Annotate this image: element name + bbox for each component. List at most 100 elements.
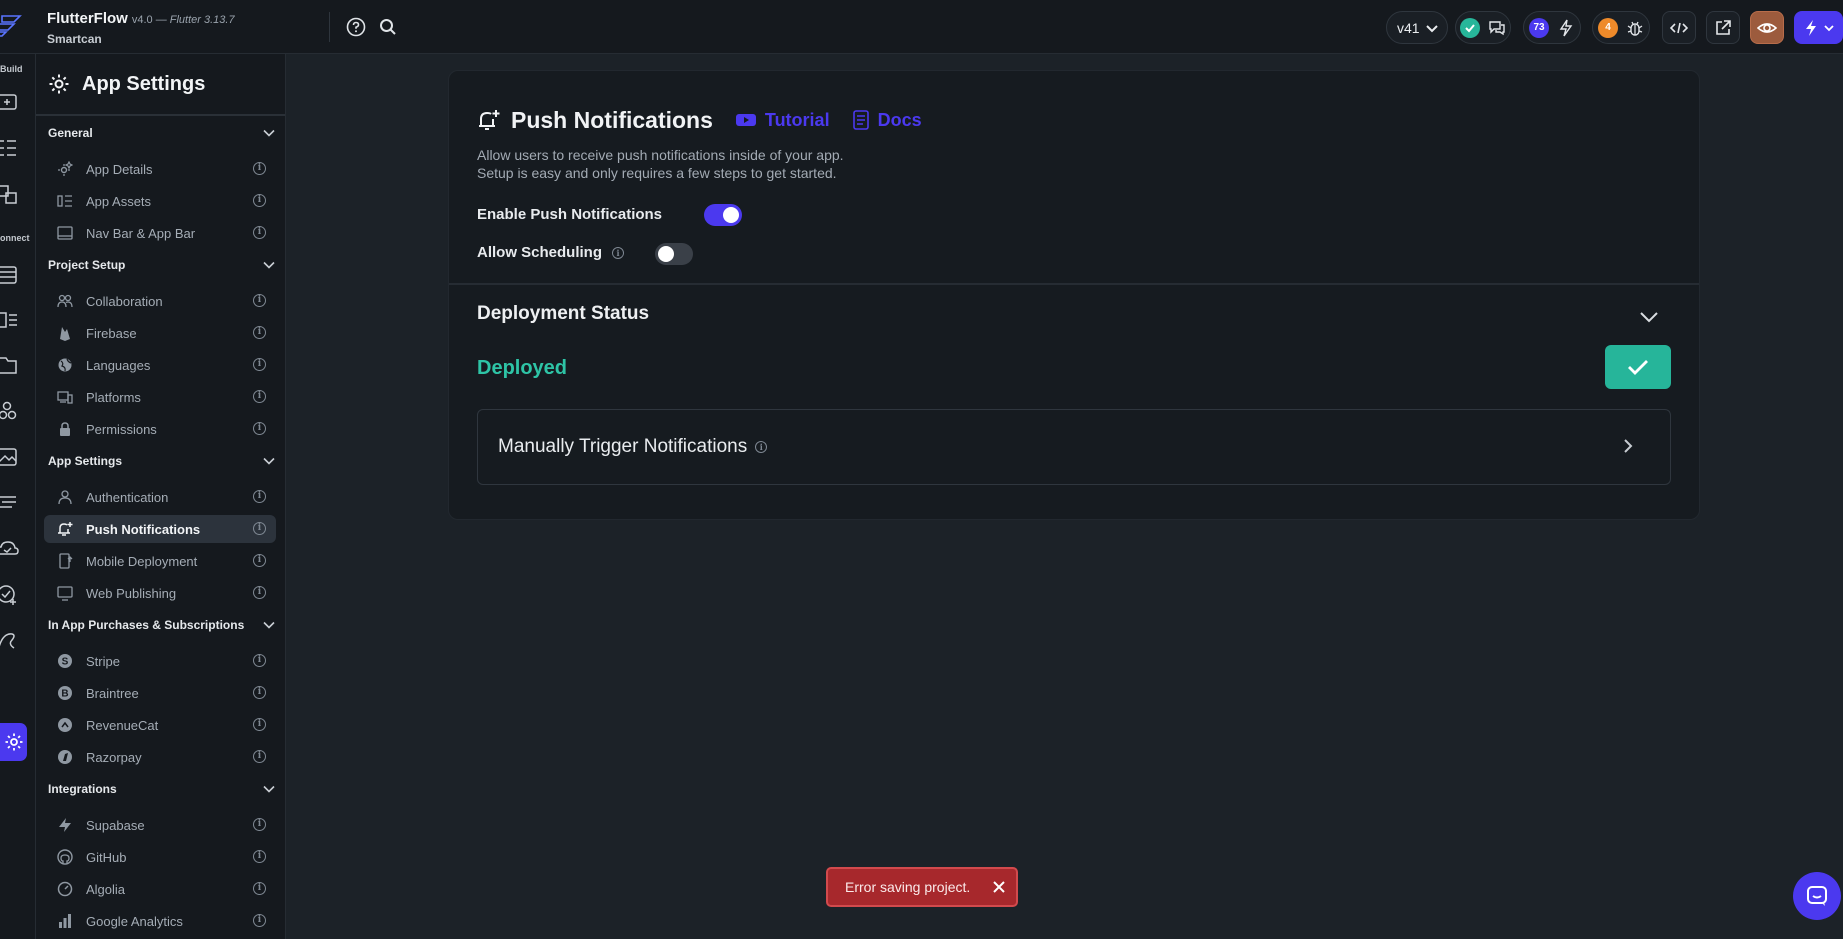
components-icon[interactable] (0, 183, 22, 205)
chevron-down-icon[interactable] (1637, 305, 1661, 329)
info-icon[interactable]: i (253, 294, 266, 307)
sidebar-item-languages[interactable]: Languages i (44, 351, 276, 379)
section-in-app-purchases[interactable]: In App Purchases & Subscriptions (48, 615, 276, 635)
gear-icon (49, 74, 69, 94)
sidebar-item-firebase[interactable]: Firebase i (44, 319, 276, 347)
deployed-check-button[interactable] (1605, 345, 1671, 389)
open-external-button[interactable] (1706, 11, 1740, 44)
actions-pill[interactable]: 73 (1523, 11, 1581, 44)
settings-sidebar: App Settings General App Details i App A… (36, 54, 286, 939)
sidebar-item-authentication[interactable]: Authentication i (44, 483, 276, 511)
sidebar-item-revenuecat[interactable]: RevenueCat i (44, 711, 276, 739)
info-icon[interactable]: i (253, 586, 266, 599)
debug-pill[interactable]: 4 (1592, 11, 1650, 44)
document-icon (852, 110, 869, 130)
logic-icon[interactable] (0, 400, 22, 422)
sidebar-item-razorpay[interactable]: Razorpay i (44, 743, 276, 771)
info-icon[interactable]: i (253, 490, 266, 503)
search-icon[interactable] (377, 16, 399, 38)
support-chat-button[interactable] (1793, 872, 1841, 920)
media-assets-icon[interactable] (0, 446, 22, 468)
sidebar-title: App Settings (82, 72, 206, 95)
comments-icon (1489, 20, 1505, 35)
info-icon[interactable]: i (253, 226, 266, 239)
sidebar-item-platforms[interactable]: Platforms i (44, 383, 276, 411)
section-label: Project Setup (48, 258, 126, 272)
sidebar-item-label: App Assets (86, 193, 152, 209)
version-label: v41 (1397, 19, 1420, 36)
section-project-setup[interactable]: Project Setup (48, 255, 276, 275)
info-icon[interactable]: i (253, 422, 266, 435)
code-button[interactable] (1662, 11, 1696, 44)
close-icon[interactable] (992, 880, 1006, 894)
sidebar-item-app-assets[interactable]: App Assets i (44, 187, 276, 215)
info-icon[interactable]: i (253, 522, 266, 535)
navbar-icon (56, 224, 74, 242)
cloud-icon[interactable] (0, 537, 22, 559)
status-pill[interactable] (1455, 11, 1511, 44)
globe-icon (56, 356, 74, 374)
sidebar-item-stripe[interactable]: S Stripe i (44, 647, 276, 675)
info-icon[interactable]: i (253, 718, 266, 731)
info-icon[interactable]: i (253, 686, 266, 699)
sidebar-item-permissions[interactable]: Permissions i (44, 415, 276, 443)
braintree-icon: B (56, 684, 74, 702)
youtube-icon (735, 114, 756, 126)
section-app-settings[interactable]: App Settings (48, 451, 276, 471)
database-icon[interactable] (0, 264, 22, 286)
help-icon[interactable] (345, 16, 367, 38)
info-icon[interactable]: i (253, 882, 266, 895)
sidebar-item-google-analytics[interactable]: Google Analytics i (44, 907, 276, 935)
info-icon[interactable]: i (253, 554, 266, 567)
info-icon[interactable]: i (253, 162, 266, 175)
info-icon[interactable]: i (253, 850, 266, 863)
lightning-icon (1806, 19, 1816, 36)
api-calls-icon[interactable] (0, 309, 22, 331)
firebase-icon (56, 324, 74, 342)
sidebar-item-github[interactable]: GitHub i (44, 843, 276, 871)
info-icon[interactable]: i (253, 358, 266, 371)
theme-icon[interactable] (0, 492, 22, 514)
info-icon[interactable]: i (253, 194, 266, 207)
sidebar-item-label: App Details (86, 161, 153, 177)
info-icon[interactable]: i (253, 750, 266, 763)
section-general[interactable]: General (48, 123, 276, 143)
sidebar-item-label: Supabase (86, 817, 145, 833)
info-icon[interactable]: i (253, 818, 266, 831)
sidebar-item-collaboration[interactable]: Collaboration i (44, 287, 276, 315)
sidebar-item-app-details[interactable]: App Details i (44, 155, 276, 183)
section-integrations[interactable]: Integrations (48, 779, 276, 799)
info-icon[interactable]: i (755, 441, 768, 453)
enable-push-toggle[interactable] (704, 204, 742, 226)
settings-nav-item[interactable] (0, 723, 27, 761)
info-icon[interactable]: i (253, 390, 266, 403)
sidebar-item-label: Collaboration (86, 293, 163, 309)
sidebar-item-braintree[interactable]: B Braintree i (44, 679, 276, 707)
monitor-icon (56, 584, 74, 602)
sidebar-item-supabase[interactable]: Supabase i (44, 811, 276, 839)
people-icon (56, 292, 74, 310)
agents-icon[interactable] (0, 630, 22, 652)
info-icon[interactable]: i (612, 246, 625, 259)
docs-link[interactable]: Docs (852, 110, 922, 131)
sidebar-item-push-notifications[interactable]: Push Notifications i (44, 515, 276, 543)
toast-message: Error saving project. (845, 879, 971, 895)
info-icon[interactable]: i (253, 914, 266, 927)
sidebar-item-web-publishing[interactable]: Web Publishing i (44, 579, 276, 607)
info-icon[interactable]: i (253, 654, 266, 667)
storage-icon[interactable] (0, 354, 22, 376)
allow-scheduling-toggle[interactable] (655, 243, 693, 265)
tests-icon[interactable] (0, 583, 22, 605)
sidebar-item-nav-bar[interactable]: Nav Bar & App Bar i (44, 219, 276, 247)
manual-trigger-row[interactable]: Manually Trigger Notifications i (477, 409, 1671, 485)
sidebar-item-mobile-deployment[interactable]: Mobile Deployment i (44, 547, 276, 575)
version-selector[interactable]: v41 (1386, 11, 1448, 44)
sidebar-item-algolia[interactable]: Algolia i (44, 875, 276, 903)
add-page-icon[interactable] (0, 91, 22, 113)
tutorial-link[interactable]: Tutorial (735, 110, 830, 131)
preview-button[interactable] (1750, 11, 1784, 44)
flutterflow-logo[interactable] (0, 10, 24, 40)
run-button[interactable] (1794, 11, 1843, 44)
widget-tree-icon[interactable] (0, 137, 22, 159)
info-icon[interactable]: i (253, 326, 266, 339)
